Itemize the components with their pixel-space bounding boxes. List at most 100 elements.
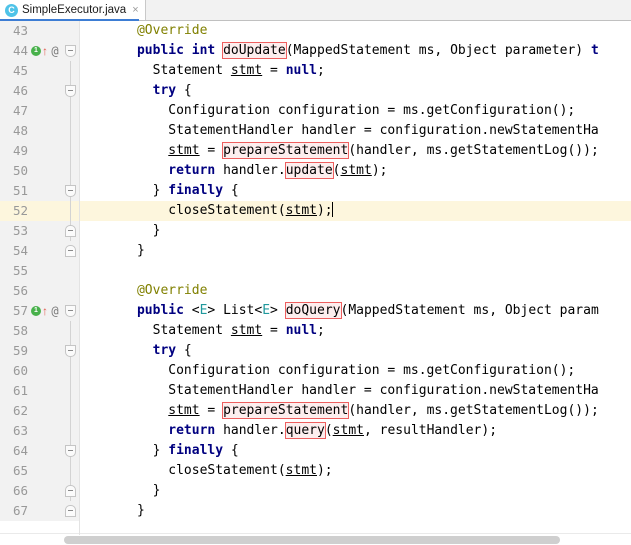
- code-line-51[interactable]: 51 } finally {: [0, 181, 631, 201]
- fold-column[interactable]: [62, 481, 80, 501]
- occurrence-doUpdate[interactable]: doUpdate: [222, 42, 287, 59]
- gutter-icons[interactable]: [30, 281, 62, 301]
- code-line-62[interactable]: 62 stmt = prepareStatement(handler, ms.g…: [0, 401, 631, 421]
- fold-column[interactable]: [62, 101, 80, 121]
- code-line-63[interactable]: 63 return handler.query(stmt, resultHand…: [0, 421, 631, 441]
- annotation-gutter-icon[interactable]: @: [49, 304, 61, 318]
- gutter-icons[interactable]: [30, 501, 62, 521]
- code-text[interactable]: stmt = prepareStatement(handler, ms.getS…: [80, 141, 631, 161]
- code-text[interactable]: Configuration configuration = ms.getConf…: [80, 361, 631, 381]
- code-text[interactable]: return handler.query(stmt, resultHandler…: [80, 421, 631, 441]
- code-text[interactable]: closeStatement(stmt);: [80, 461, 631, 481]
- gutter-icons[interactable]: [30, 181, 62, 201]
- fold-column[interactable]: [62, 301, 80, 321]
- fold-column[interactable]: [62, 361, 80, 381]
- gutter-icons[interactable]: [30, 21, 62, 41]
- gutter-icons[interactable]: [30, 481, 62, 501]
- code-text[interactable]: StatementHandler handler = configuration…: [80, 121, 631, 141]
- code-line-53[interactable]: 53 }: [0, 221, 631, 241]
- code-line-46[interactable]: 46 try {: [0, 81, 631, 101]
- run-method-icon[interactable]: 1: [31, 306, 41, 316]
- gutter-icons[interactable]: [30, 141, 62, 161]
- code-text[interactable]: @Override: [80, 21, 631, 41]
- fold-column[interactable]: [62, 421, 80, 441]
- gutter-icons[interactable]: [30, 121, 62, 141]
- fold-column[interactable]: [62, 461, 80, 481]
- code-line-43[interactable]: 43 @Override: [0, 21, 631, 41]
- fold-chevron-down-icon[interactable]: [65, 45, 76, 57]
- code-line-54[interactable]: 54 }: [0, 241, 631, 261]
- code-text[interactable]: public int doUpdate(MappedStatement ms, …: [80, 41, 631, 61]
- gutter-icons[interactable]: [30, 321, 62, 341]
- run-method-icon[interactable]: 1: [31, 46, 41, 56]
- code-line-67[interactable]: 67 }: [0, 501, 631, 521]
- fold-chevron-down-icon[interactable]: [65, 345, 76, 357]
- gutter-icons[interactable]: [30, 341, 62, 361]
- code-text[interactable]: StatementHandler handler = configuration…: [80, 381, 631, 401]
- horizontal-scrollbar-thumb[interactable]: [64, 536, 560, 544]
- gutter-icons[interactable]: [30, 261, 62, 281]
- code-line-60[interactable]: 60 Configuration configuration = ms.getC…: [0, 361, 631, 381]
- code-editor-area[interactable]: 43 @Override 44 1 ↑ @ public int doUpdat…: [0, 21, 631, 535]
- gutter-icons[interactable]: [30, 441, 62, 461]
- code-text[interactable]: }: [80, 501, 631, 521]
- code-text[interactable]: } finally {: [80, 181, 631, 201]
- fold-chevron-down-icon[interactable]: [65, 85, 76, 97]
- fold-column[interactable]: [62, 341, 80, 361]
- fold-column[interactable]: [62, 81, 80, 101]
- code-line-66[interactable]: 66 }: [0, 481, 631, 501]
- fold-chevron-up-icon[interactable]: [65, 485, 76, 497]
- code-line-49[interactable]: 49 stmt = prepareStatement(handler, ms.g…: [0, 141, 631, 161]
- occurrence-query[interactable]: query: [284, 422, 326, 439]
- editor-tab-simpleexecutor[interactable]: C SimpleExecutor.java ×: [0, 0, 146, 20]
- code-line-45[interactable]: 45 Statement stmt = null;: [0, 61, 631, 81]
- code-text[interactable]: try {: [80, 341, 631, 361]
- code-line-47[interactable]: 47 Configuration configuration = ms.getC…: [0, 101, 631, 121]
- code-text[interactable]: Configuration configuration = ms.getConf…: [80, 101, 631, 121]
- code-line-59[interactable]: 59 try {: [0, 341, 631, 361]
- code-text[interactable]: }: [80, 221, 631, 241]
- fold-chevron-up-icon[interactable]: [65, 245, 76, 257]
- gutter-icons[interactable]: [30, 241, 62, 261]
- fold-column[interactable]: [62, 21, 80, 41]
- fold-column[interactable]: [62, 441, 80, 461]
- gutter-icons[interactable]: [30, 381, 62, 401]
- fold-chevron-up-icon[interactable]: [65, 505, 76, 517]
- gutter-icons[interactable]: [30, 161, 62, 181]
- fold-chevron-down-icon[interactable]: [65, 185, 76, 197]
- gutter-icons[interactable]: [30, 361, 62, 381]
- code-line-44[interactable]: 44 1 ↑ @ public int doUpdate(MappedState…: [0, 41, 631, 61]
- fold-column[interactable]: [62, 141, 80, 161]
- code-text[interactable]: stmt = prepareStatement(handler, ms.getS…: [80, 401, 631, 421]
- gutter-icons[interactable]: [30, 81, 62, 101]
- fold-column[interactable]: [62, 381, 80, 401]
- fold-column[interactable]: [62, 121, 80, 141]
- code-line-57[interactable]: 57 1 ↑ @ public <E> List<E> doQuery(Mapp…: [0, 301, 631, 321]
- fold-column[interactable]: [62, 201, 80, 221]
- gutter-icons[interactable]: [30, 401, 62, 421]
- gutter-icons[interactable]: 1 ↑ @: [30, 41, 62, 61]
- fold-column[interactable]: [62, 161, 80, 181]
- code-text[interactable]: try {: [80, 81, 631, 101]
- fold-chevron-up-icon[interactable]: [65, 225, 76, 237]
- fold-column[interactable]: [62, 261, 80, 281]
- code-text[interactable]: @Override: [80, 281, 631, 301]
- code-line-61[interactable]: 61 StatementHandler handler = configurat…: [0, 381, 631, 401]
- code-text[interactable]: }: [80, 481, 631, 501]
- implementing-method-arrow-icon[interactable]: ↑: [41, 305, 49, 317]
- occurrence-doQuery[interactable]: doQuery: [284, 302, 342, 319]
- code-text[interactable]: return handler.update(stmt);: [80, 161, 631, 181]
- fold-column[interactable]: [62, 181, 80, 201]
- code-text[interactable]: } finally {: [80, 441, 631, 461]
- gutter-icons[interactable]: 1 ↑ @: [30, 301, 62, 321]
- fold-column[interactable]: [62, 321, 80, 341]
- gutter-icons[interactable]: [30, 101, 62, 121]
- fold-column[interactable]: [62, 401, 80, 421]
- fold-chevron-down-icon[interactable]: [65, 305, 76, 317]
- occurrence-prepareStatement[interactable]: prepareStatement: [222, 402, 350, 419]
- gutter-icons[interactable]: [30, 221, 62, 241]
- gutter-icons[interactable]: [30, 421, 62, 441]
- code-text[interactable]: public <E> List<E> doQuery(MappedStateme…: [80, 301, 631, 321]
- fold-column[interactable]: [62, 221, 80, 241]
- code-text[interactable]: Statement stmt = null;: [80, 61, 631, 81]
